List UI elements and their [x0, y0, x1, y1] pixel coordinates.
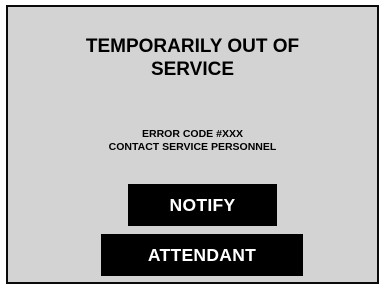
error-message: ERROR CODE #XXX CONTACT SERVICE PERSONNE… [8, 128, 377, 154]
error-code-text: ERROR CODE #XXX [142, 128, 243, 140]
title-line-2: SERVICE [150, 59, 235, 80]
out-of-service-screen: TEMPORARILY OUT OF SERVICE ERROR CODE #X… [6, 5, 379, 284]
page-title: TEMPORARILY OUT OF SERVICE [8, 35, 377, 81]
attendant-button[interactable]: ATTENDANT [101, 234, 303, 276]
title-line-1: TEMPORARILY OUT OF [85, 36, 300, 57]
notify-button[interactable]: NOTIFY [128, 184, 277, 226]
contact-service-text: CONTACT SERVICE PERSONNEL [108, 141, 277, 153]
